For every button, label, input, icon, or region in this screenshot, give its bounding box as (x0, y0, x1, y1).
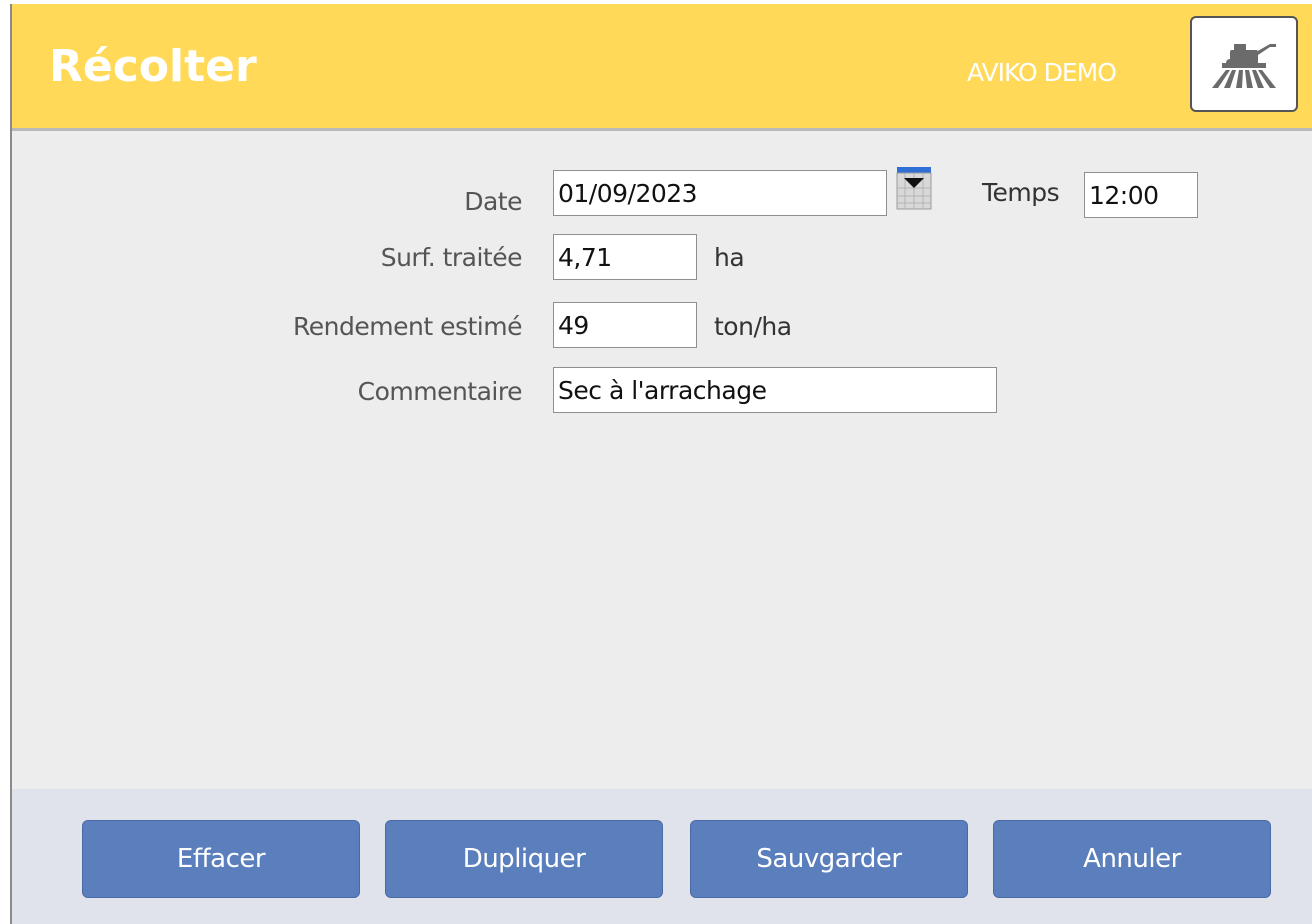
area-label: Surf. traitée (380, 243, 523, 272)
yield-label: Rendement estimé (293, 312, 522, 341)
time-label: Temps (982, 178, 1060, 207)
calendar-icon (896, 167, 932, 210)
comment-input[interactable] (553, 367, 997, 413)
yield-unit: ton/ha (714, 312, 792, 341)
save-button[interactable]: Sauvgarder (690, 820, 968, 898)
area-input[interactable] (553, 234, 697, 280)
page-title: Récolter (49, 41, 257, 92)
harvester-icon (1212, 44, 1276, 88)
time-input[interactable] (1084, 172, 1198, 218)
comment-label: Commentaire (357, 377, 523, 406)
harvester-button[interactable] (1190, 16, 1298, 112)
date-input[interactable] (553, 170, 887, 216)
date-label: Date (464, 187, 522, 216)
duplicate-button[interactable]: Dupliquer (385, 820, 663, 898)
yield-input[interactable] (553, 302, 697, 348)
header-bar: Récolter AVIKO DEMO (12, 4, 1312, 131)
organization-name: AVIKO DEMO (967, 58, 1117, 87)
footer-bar: Effacer Dupliquer Sauvgarder Annuler (12, 789, 1312, 924)
cancel-button[interactable]: Annuler (993, 820, 1271, 898)
area-unit: ha (714, 243, 745, 272)
calendar-button[interactable] (896, 166, 932, 210)
clear-button[interactable]: Effacer (82, 820, 360, 898)
dialog-window: Récolter AVIKO DEMO Date 01/09/2023 Temp… (10, 4, 1312, 924)
